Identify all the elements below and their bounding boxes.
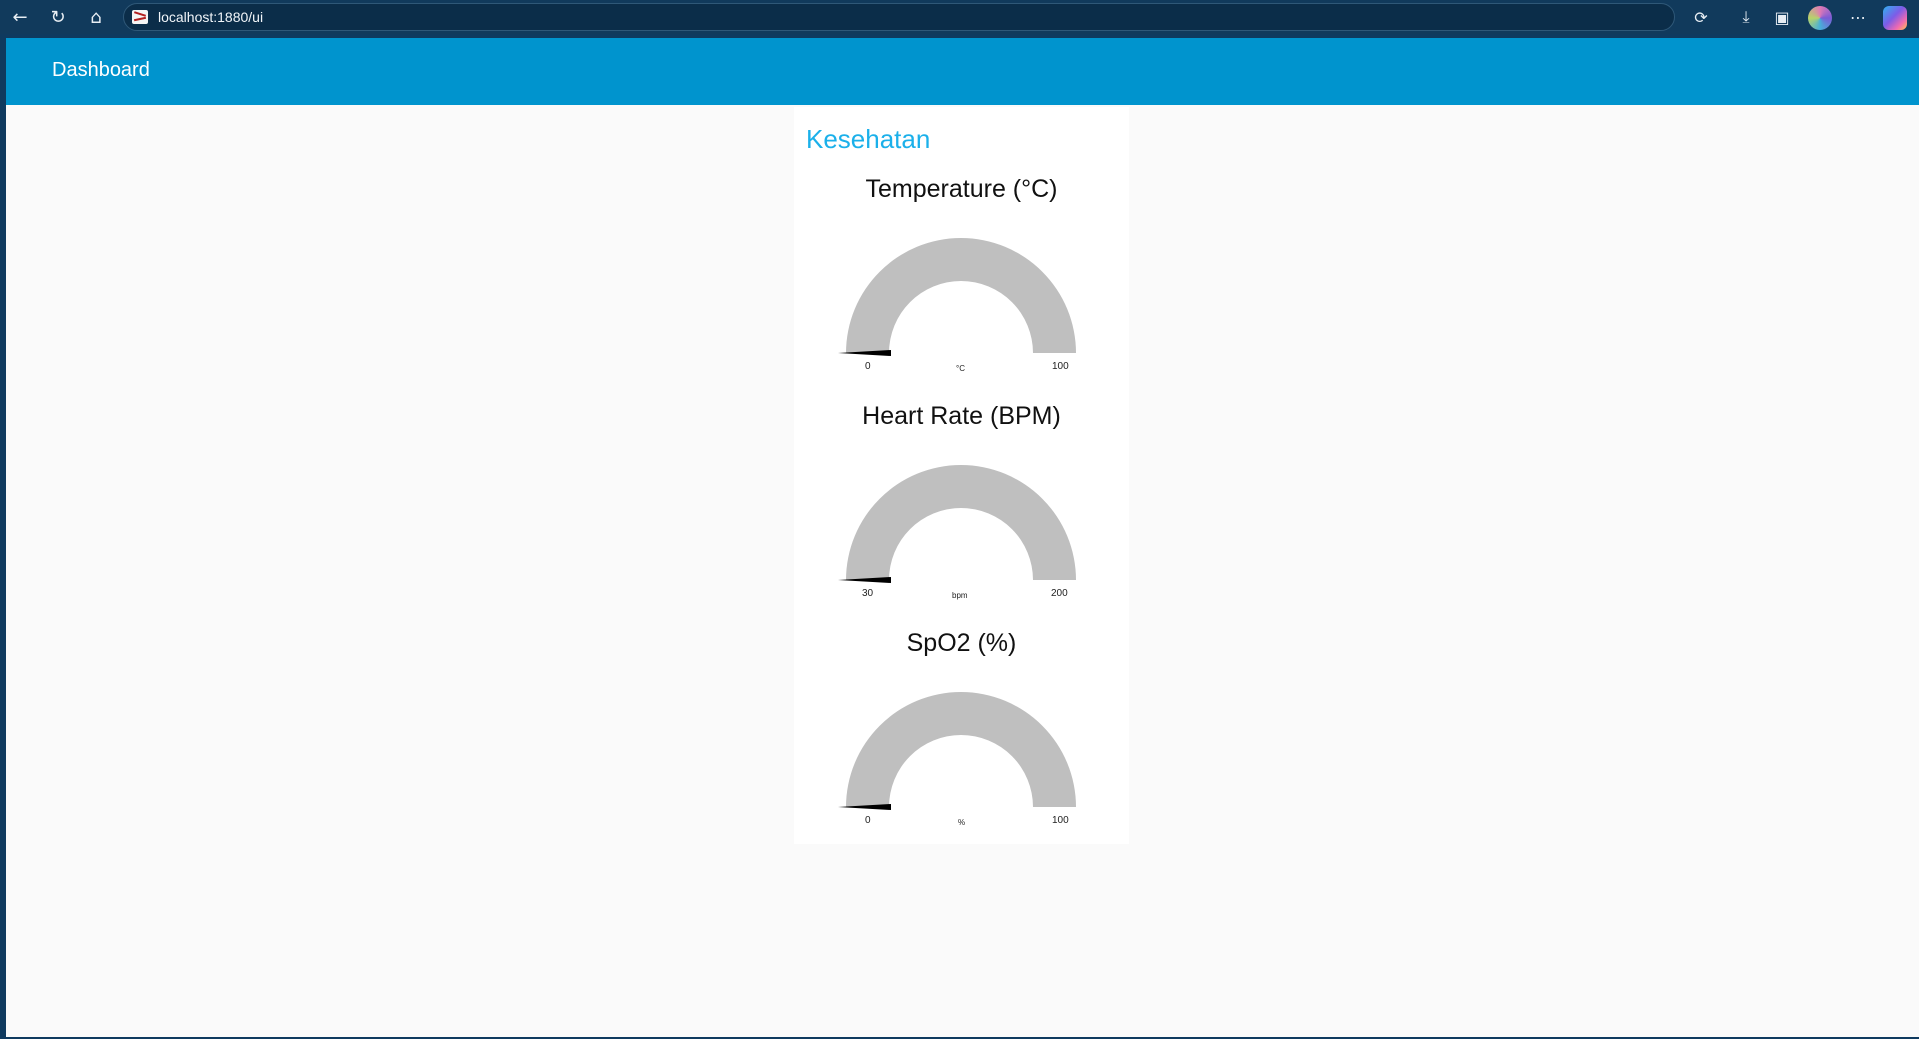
address-bar[interactable]: localhost:1880/ui [123, 3, 1675, 31]
profile-avatar[interactable] [1808, 6, 1832, 30]
gauge-track [846, 238, 1076, 353]
browser-toolbar: ← ↻ ⌂ localhost:1880/ui ⟳ ⤓ ▣ ⋯ [0, 0, 1919, 34]
group-card-kesehatan: Kesehatan Temperature (°C) 0 °C 100 Hear… [794, 107, 1129, 844]
gauge-unit-label: °C [956, 364, 965, 373]
back-icon[interactable]: ← [8, 5, 32, 29]
gauge-graphic [838, 692, 1076, 810]
gauge-track [846, 692, 1076, 807]
reload-icon[interactable]: ↻ [46, 5, 70, 29]
gauge-unit-label: % [958, 818, 966, 827]
screenshot-icon[interactable]: ▣ [1770, 5, 1794, 29]
gauge-unit-label: bpm [952, 591, 968, 600]
heart-rate-gauge: Heart Rate (BPM) 30 bpm 200 [794, 402, 1129, 622]
home-icon[interactable]: ⌂ [84, 5, 108, 29]
spo2-gauge: SpO2 (%) 0 % 100 [794, 629, 1129, 849]
page-viewport: Dashboard Kesehatan Temperature (°C) 0 °… [6, 38, 1919, 1037]
gauge-min-label: 30 [862, 588, 874, 599]
dashboard-title: Dashboard [52, 59, 150, 81]
gauge-track [846, 465, 1076, 580]
gauge-min-label: 0 [865, 815, 871, 826]
group-title: Kesehatan [806, 124, 931, 154]
url-text[interactable]: localhost:1880/ui [158, 9, 263, 25]
more-icon[interactable]: ⋯ [1846, 5, 1870, 29]
copilot-icon[interactable] [1883, 6, 1907, 30]
downloads-icon[interactable]: ⤓ [1734, 5, 1758, 29]
site-favicon-icon [132, 10, 148, 24]
gauge-max-label: 200 [1051, 588, 1068, 599]
extensions-icon[interactable]: ⟳ [1689, 5, 1713, 29]
gauge-max-label: 100 [1052, 361, 1069, 372]
gauge-min-label: 0 [865, 361, 871, 372]
gauge-graphic [838, 238, 1076, 356]
gauge-graphic [838, 465, 1076, 583]
dashboard-toolbar: Dashboard [6, 38, 1919, 105]
temperature-gauge: Temperature (°C) 0 °C 100 [794, 175, 1129, 395]
gauge-max-label: 100 [1052, 815, 1069, 826]
